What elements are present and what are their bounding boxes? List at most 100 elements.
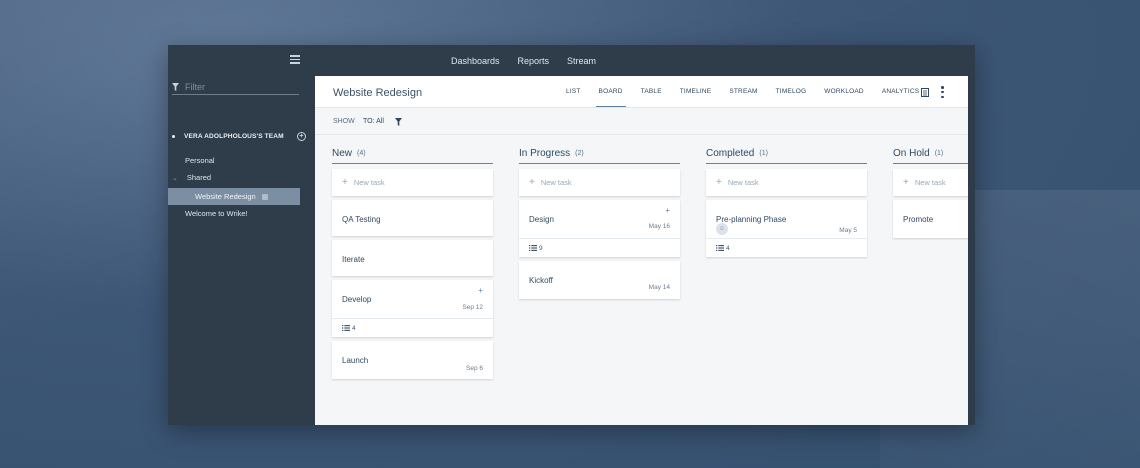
new-task-label: New task xyxy=(353,178,385,187)
sidebar-item-welcome[interactable]: Welcome to Wrike! xyxy=(185,209,248,218)
task-title: Kickoff xyxy=(529,276,553,285)
task-card[interactable]: Pre-planning Phase ☺ May 5 4 xyxy=(706,200,867,257)
due-date: May 14 xyxy=(648,284,670,291)
subtask-number: 9 xyxy=(539,244,543,252)
tab-analytics[interactable]: ANALYTICS xyxy=(882,76,919,108)
filter-input[interactable] xyxy=(185,82,285,92)
task-card[interactable]: Design + May 16 9 xyxy=(519,200,680,257)
header-actions xyxy=(921,76,968,108)
sidebar-item-label: Website Redesign xyxy=(195,192,256,201)
task-title: Pre-planning Phase xyxy=(716,215,787,224)
task-title: Design xyxy=(529,215,554,224)
project-header: Website Redesign LIST BOARD TABLE TIMELI… xyxy=(315,76,968,108)
show-label: SHOW xyxy=(333,118,355,125)
top-nav-links: Dashboards Reports Stream xyxy=(451,45,596,76)
tab-table[interactable]: TABLE xyxy=(641,76,662,108)
column-completed: Completed (1) + New task Pre-planning Ph… xyxy=(706,136,867,257)
plus-icon: + xyxy=(529,177,535,188)
task-card[interactable]: Develop + Sep 12 4 xyxy=(332,280,493,337)
column-title: On Hold xyxy=(893,148,930,159)
column-title: New xyxy=(332,148,353,159)
add-subtask-icon[interactable]: + xyxy=(478,286,483,295)
filter-icon xyxy=(172,83,179,91)
assignee-filter[interactable]: TO: All xyxy=(363,118,384,125)
subtasks-icon xyxy=(716,245,724,251)
column-title: In Progress xyxy=(519,148,571,159)
task-title: Launch xyxy=(342,356,369,365)
sidebar: VERA ADOLPHOLOUS'S TEAM + Personal ⌄ Sha… xyxy=(168,76,315,425)
task-card[interactable]: Iterate xyxy=(332,240,493,276)
column-header: New (4) xyxy=(332,136,493,164)
task-card[interactable]: Kickoff May 14 xyxy=(519,261,680,299)
subtask-count: 4 xyxy=(332,318,493,337)
column-header: Completed (1) xyxy=(706,136,867,164)
due-date: Sep 6 xyxy=(466,365,483,372)
task-title: QA Testing xyxy=(342,215,381,224)
subtask-number: 4 xyxy=(352,324,356,332)
tab-workload[interactable]: WORKLOAD xyxy=(824,76,864,108)
column-in-progress: In Progress (2) + New task Design + May … xyxy=(519,136,680,299)
add-circle-icon[interactable]: + xyxy=(297,132,306,141)
tab-timelog[interactable]: TIMELOG xyxy=(776,76,807,108)
avatar-icon[interactable]: ☺ xyxy=(716,223,728,235)
tab-stream[interactable]: STREAM xyxy=(729,76,757,108)
team-dot-icon xyxy=(172,135,175,138)
report-icon[interactable] xyxy=(921,87,929,97)
main-panel: Website Redesign LIST BOARD TABLE TIMELI… xyxy=(315,76,968,425)
add-subtask-icon[interactable]: + xyxy=(665,206,670,215)
task-card[interactable]: QA Testing xyxy=(332,200,493,236)
sidebar-item-shared[interactable]: ⌄ Shared xyxy=(172,173,211,182)
subtasks-icon xyxy=(529,245,537,251)
new-task-button[interactable]: + New task xyxy=(893,169,968,196)
new-task-label: New task xyxy=(914,178,946,187)
subtask-count: 9 xyxy=(519,238,680,257)
task-card[interactable]: Promote xyxy=(893,200,968,238)
task-title: Iterate xyxy=(342,255,365,264)
column-count: (4) xyxy=(357,150,366,157)
kanban-board: New (4) + New task QA Testing Iterate De… xyxy=(315,136,968,425)
column-count: (1) xyxy=(759,150,768,157)
sidebar-item-website-redesign[interactable]: Website Redesign xyxy=(168,188,300,205)
task-title: Develop xyxy=(342,295,372,304)
column-title: Completed xyxy=(706,148,755,159)
team-name: VERA ADOLPHOLOUS'S TEAM xyxy=(184,133,284,140)
task-card[interactable]: Launch Sep 6 xyxy=(332,341,493,379)
column-count: (2) xyxy=(575,150,584,157)
due-date: Sep 12 xyxy=(462,304,483,311)
nav-stream[interactable]: Stream xyxy=(567,56,596,66)
top-navigation: Dashboards Reports Stream xyxy=(168,45,975,76)
column-header: On Hold (1) xyxy=(893,136,968,164)
tab-board[interactable]: BOARD xyxy=(595,76,626,108)
hamburger-menu-icon[interactable] xyxy=(290,55,300,64)
sidebar-item-personal[interactable]: Personal xyxy=(185,156,215,165)
nav-reports[interactable]: Reports xyxy=(518,56,550,66)
new-task-button[interactable]: + New task xyxy=(332,169,493,196)
due-date: May 16 xyxy=(648,223,670,230)
due-date: May 5 xyxy=(839,227,857,234)
view-tabs: LIST BOARD TABLE TIMELINE STREAM TIMELOG… xyxy=(566,76,937,108)
new-task-label: New task xyxy=(540,178,572,187)
plus-icon: + xyxy=(342,177,348,188)
subtask-count: 4 xyxy=(706,238,867,257)
column-new: New (4) + New task QA Testing Iterate De… xyxy=(332,136,493,379)
plus-icon: + xyxy=(716,177,722,188)
tab-timeline[interactable]: TIMELINE xyxy=(680,76,712,108)
funnel-icon[interactable] xyxy=(395,118,402,126)
column-count: (1) xyxy=(934,150,944,157)
nav-dashboards[interactable]: Dashboards xyxy=(451,56,500,66)
tab-list[interactable]: LIST xyxy=(566,76,581,108)
board-toolbar: SHOW TO: All xyxy=(315,108,968,135)
new-task-label: New task xyxy=(727,178,759,187)
column-header: In Progress (2) xyxy=(519,136,680,164)
sidebar-item-shared-label: Shared xyxy=(186,173,212,182)
subtask-number: 4 xyxy=(726,244,730,252)
new-task-button[interactable]: + New task xyxy=(519,169,680,196)
chevron-down-icon: ⌄ xyxy=(172,174,178,182)
more-options-icon[interactable] xyxy=(941,86,944,98)
page-title: Website Redesign xyxy=(333,87,423,99)
task-title: Promote xyxy=(903,215,934,224)
team-header[interactable]: VERA ADOLPHOLOUS'S TEAM + xyxy=(172,132,306,141)
new-task-button[interactable]: + New task xyxy=(706,169,867,196)
project-icon xyxy=(261,193,268,200)
column-on-hold: On Hold (1) + New task Promote xyxy=(893,136,968,238)
